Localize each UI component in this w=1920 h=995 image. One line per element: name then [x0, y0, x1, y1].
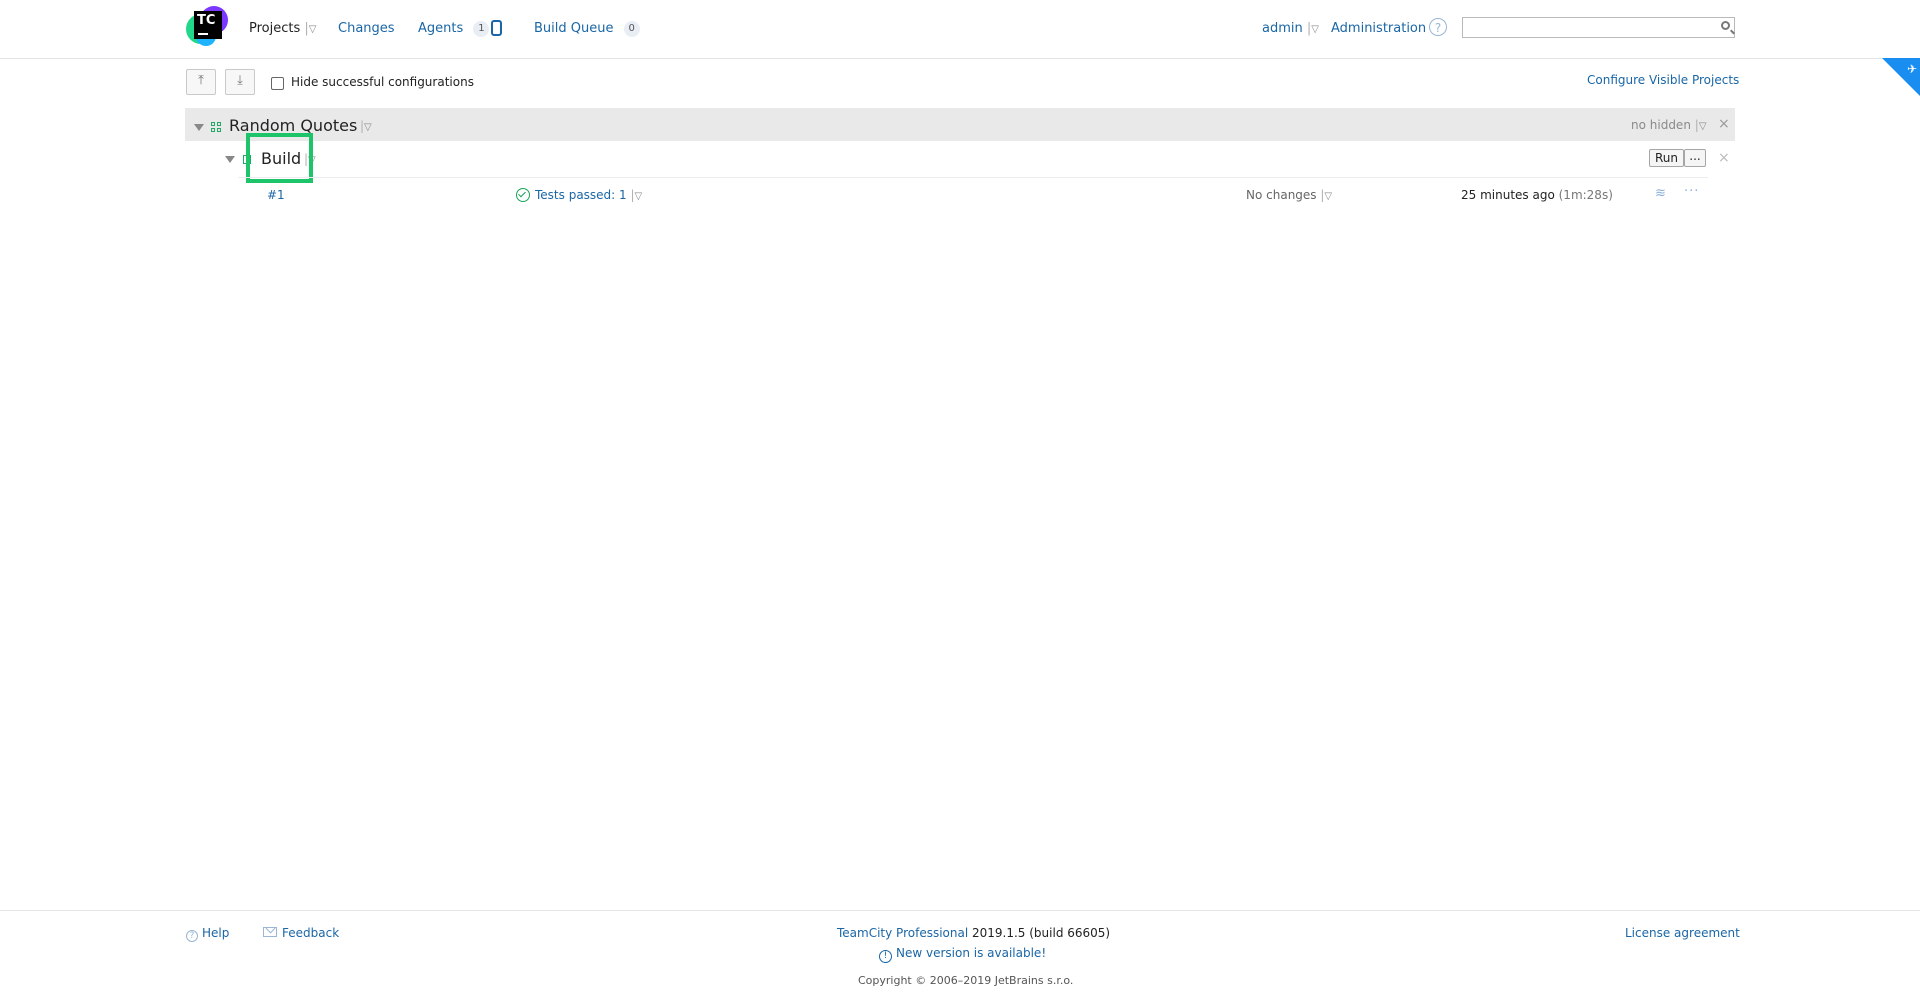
project-dropdown-icon[interactable]: ▽ — [364, 122, 372, 133]
top-header: TC Projects |▽ Changes Agents 1 Build Qu… — [0, 0, 1920, 59]
no-hidden-label[interactable]: no hidden |▽ — [1631, 118, 1707, 132]
nav-build-queue-label: Build Queue — [534, 21, 614, 36]
user-menu[interactable]: admin |▽ — [1262, 21, 1319, 36]
project-collapse-icon[interactable] — [194, 124, 204, 131]
copyright: Copyright © 2006–2019 JetBrains s.r.o. — [858, 974, 1074, 987]
nav-build-queue[interactable]: Build Queue 0 — [534, 21, 640, 37]
help-link-label: Help — [202, 926, 230, 940]
expand-all-button[interactable]: ⤓ — [225, 69, 255, 95]
nav-agents[interactable]: Agents 1 — [418, 21, 490, 37]
nav-agents-label: Agents — [418, 21, 464, 36]
build-number-link[interactable]: #1 — [267, 188, 285, 202]
run-button[interactable]: Run — [1649, 149, 1684, 167]
changes-dropdown-icon[interactable]: ▽ — [1324, 191, 1332, 202]
feedback-link[interactable]: Feedback — [263, 926, 339, 940]
build-status-dropdown-icon[interactable]: ▽ — [635, 191, 643, 202]
hide-successful-label[interactable]: Hide successful configurations — [291, 75, 474, 89]
new-version-link[interactable]: New version is available! — [896, 946, 1046, 960]
build-time: 25 minutes ago (1m:28s) — [1461, 188, 1613, 202]
help-link[interactable]: ? Help — [186, 926, 229, 942]
success-check-icon — [516, 188, 530, 202]
nav-changes[interactable]: Changes — [338, 21, 395, 36]
search-icon[interactable] — [1721, 21, 1730, 30]
build-status-text[interactable]: Tests passed: 1 — [535, 188, 627, 202]
feedback-link-label: Feedback — [282, 926, 340, 940]
agents-count-badge: 1 — [473, 21, 490, 37]
nav-projects-label: Projects — [249, 21, 301, 36]
nav-projects[interactable]: Projects |▽ — [249, 21, 317, 36]
build-queue-count-badge: 0 — [623, 21, 640, 37]
project-icon — [211, 122, 221, 132]
collapse-all-button[interactable]: ⤒ — [186, 69, 216, 95]
version-text: 2019.1.5 (build 66605) — [972, 926, 1111, 940]
user-name: admin — [1262, 21, 1303, 36]
search-input[interactable] — [1466, 19, 1710, 38]
more-actions-icon[interactable]: ··· — [1684, 184, 1699, 199]
project-close-icon[interactable]: × — [1718, 116, 1730, 132]
build-config-close-icon[interactable]: × — [1718, 150, 1730, 166]
teamcity-logo[interactable]: TC — [186, 6, 230, 50]
changes-summary[interactable]: No changes |▽ — [1246, 188, 1332, 202]
logo-text: TC — [197, 13, 216, 28]
build-duration: (1m:28s) — [1558, 188, 1613, 202]
no-hidden-dropdown-icon[interactable]: ▽ — [1699, 121, 1707, 132]
help-icon[interactable]: ? — [1429, 18, 1447, 36]
new-version-notice[interactable]: ! New version is available! — [879, 946, 1046, 963]
layers-icon[interactable]: ≋ — [1655, 186, 1666, 201]
license-agreement-link[interactable]: License agreement — [1625, 926, 1740, 940]
projects-dropdown-icon[interactable]: ▽ — [309, 24, 317, 35]
build-config-collapse-icon[interactable] — [225, 156, 235, 163]
footer-divider — [0, 910, 1920, 911]
build-status[interactable]: Tests passed: 1 |▽ — [535, 188, 642, 202]
project-row — [185, 108, 1735, 141]
run-options-button[interactable]: ... — [1684, 149, 1706, 167]
project-menu[interactable]: |▽ — [360, 119, 372, 133]
product-link[interactable]: TeamCity Professional — [837, 926, 968, 940]
changes-text: No changes — [1246, 188, 1317, 202]
hide-successful-checkbox[interactable] — [271, 77, 284, 90]
highlight-box — [246, 133, 313, 183]
search-field[interactable] — [1462, 17, 1735, 38]
envelope-icon — [263, 927, 277, 937]
no-hidden-text: no hidden — [1631, 118, 1691, 132]
configure-visible-projects-link[interactable]: Configure Visible Projects — [1587, 73, 1739, 87]
ai-assistant-corner-icon[interactable]: ✈ — [1882, 58, 1920, 96]
info-icon: ! — [879, 950, 892, 963]
agent-icon[interactable] — [491, 20, 502, 36]
help-footer-icon: ? — [186, 930, 198, 942]
row-divider — [238, 177, 1708, 178]
administration-link[interactable]: Administration — [1331, 21, 1426, 36]
user-dropdown-icon[interactable]: ▽ — [1311, 24, 1319, 35]
product-version: TeamCity Professional 2019.1.5 (build 66… — [837, 926, 1110, 940]
build-time-ago: 25 minutes ago — [1461, 188, 1555, 202]
